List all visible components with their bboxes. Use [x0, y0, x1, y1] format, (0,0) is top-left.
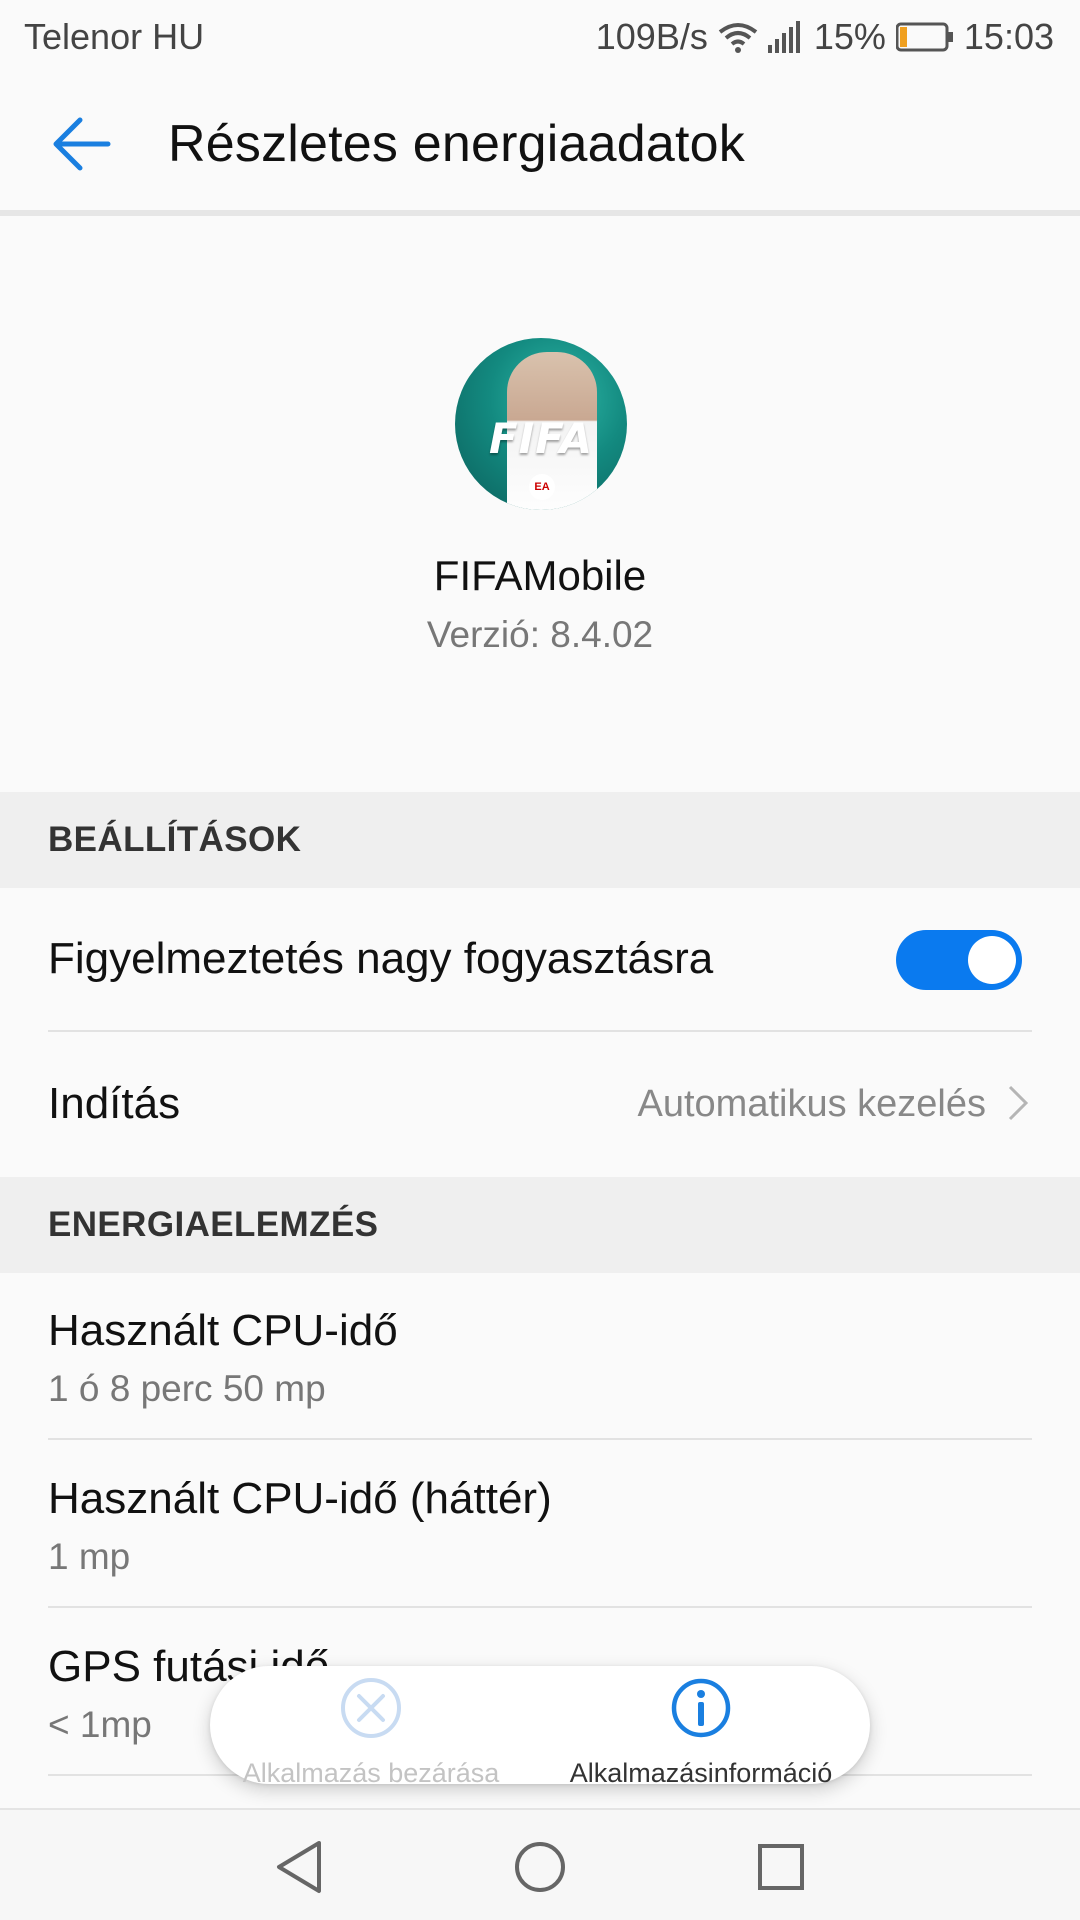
energy-item-label: Használt CPU-idő (háttér)	[48, 1474, 552, 1523]
close-app-button[interactable]: Alkalmazás bezárása	[210, 1666, 532, 1788]
nav-back-icon	[277, 1841, 321, 1893]
app-icon: FIFA EA	[455, 338, 627, 510]
section-header-energy: ENERGIAELEMZÉS	[0, 1177, 1080, 1273]
page-title: Részletes energiaadatok	[168, 115, 745, 173]
screen: Telenor HU 109B/s 15% 15:03 Részletes en…	[0, 0, 1080, 1920]
signal-icon	[767, 21, 804, 53]
net-speed: 109B/s	[595, 16, 708, 57]
carrier-label: Telenor HU	[24, 16, 205, 57]
energy-item-cpu: Használt CPU-idő 1 ó 8 perc 50 mp	[0, 1306, 1080, 1410]
arrow-left-icon	[53, 117, 111, 171]
back-button[interactable]	[22, 84, 142, 204]
info-icon	[669, 1676, 733, 1745]
chevron-right-icon	[1006, 1083, 1030, 1128]
app-info-button[interactable]: Alkalmazásinformáció	[532, 1666, 870, 1788]
energy-item-value: 1 ó 8 perc 50 mp	[48, 1368, 326, 1409]
ea-badge: EA	[529, 474, 555, 500]
app-version: Verzió: 8.4.02	[426, 614, 654, 655]
close-circle-icon	[339, 1676, 403, 1745]
wifi-icon	[718, 20, 758, 54]
app-name: FIFAMobile	[433, 552, 647, 599]
status-bar: Telenor HU 109B/s 15% 15:03	[0, 0, 1080, 74]
nav-home-icon	[515, 1842, 565, 1892]
app-header: FIFA EA FIFAMobile Verzió: 8.4.02	[0, 216, 1080, 790]
nav-back-button[interactable]	[264, 1832, 334, 1902]
status-right: 109B/s 15% 15:03	[596, 16, 1054, 58]
navigation-bar	[0, 1808, 1080, 1920]
app-info-label: Alkalmazásinformáció	[569, 1758, 833, 1788]
divider	[48, 1606, 1032, 1608]
high-usage-warning-label: Figyelmeztetés nagy fogyasztásra	[48, 934, 714, 983]
energy-item-label: Használt CPU-idő	[48, 1306, 398, 1355]
nav-recents-button[interactable]	[746, 1832, 816, 1902]
nav-recents-icon	[758, 1844, 804, 1890]
battery-icon	[895, 22, 954, 52]
launch-label: Indítás	[48, 1079, 181, 1128]
app-icon-wordmark: FIFA	[488, 414, 594, 463]
launch-value: Automatikus kezelés	[637, 1083, 987, 1125]
clock: 15:03	[963, 16, 1054, 57]
app-actions-popup: Alkalmazás bezárása Alkalmazásinformáció	[210, 1666, 870, 1788]
toggle-knob	[968, 936, 1016, 984]
divider	[48, 1438, 1032, 1440]
app-bar: Részletes energiaadatok	[0, 74, 1080, 214]
nav-home-button[interactable]	[505, 1832, 575, 1902]
section-header-settings: BEÁLLÍTÁSOK	[0, 792, 1080, 888]
energy-item-value: 1 mp	[48, 1536, 131, 1577]
energy-item-cpu-background: Használt CPU-idő (háttér) 1 mp	[0, 1474, 1080, 1578]
battery-percent: 15%	[813, 16, 886, 57]
high-usage-warning-toggle[interactable]	[896, 930, 1022, 990]
close-app-label: Alkalmazás bezárása	[242, 1758, 500, 1788]
